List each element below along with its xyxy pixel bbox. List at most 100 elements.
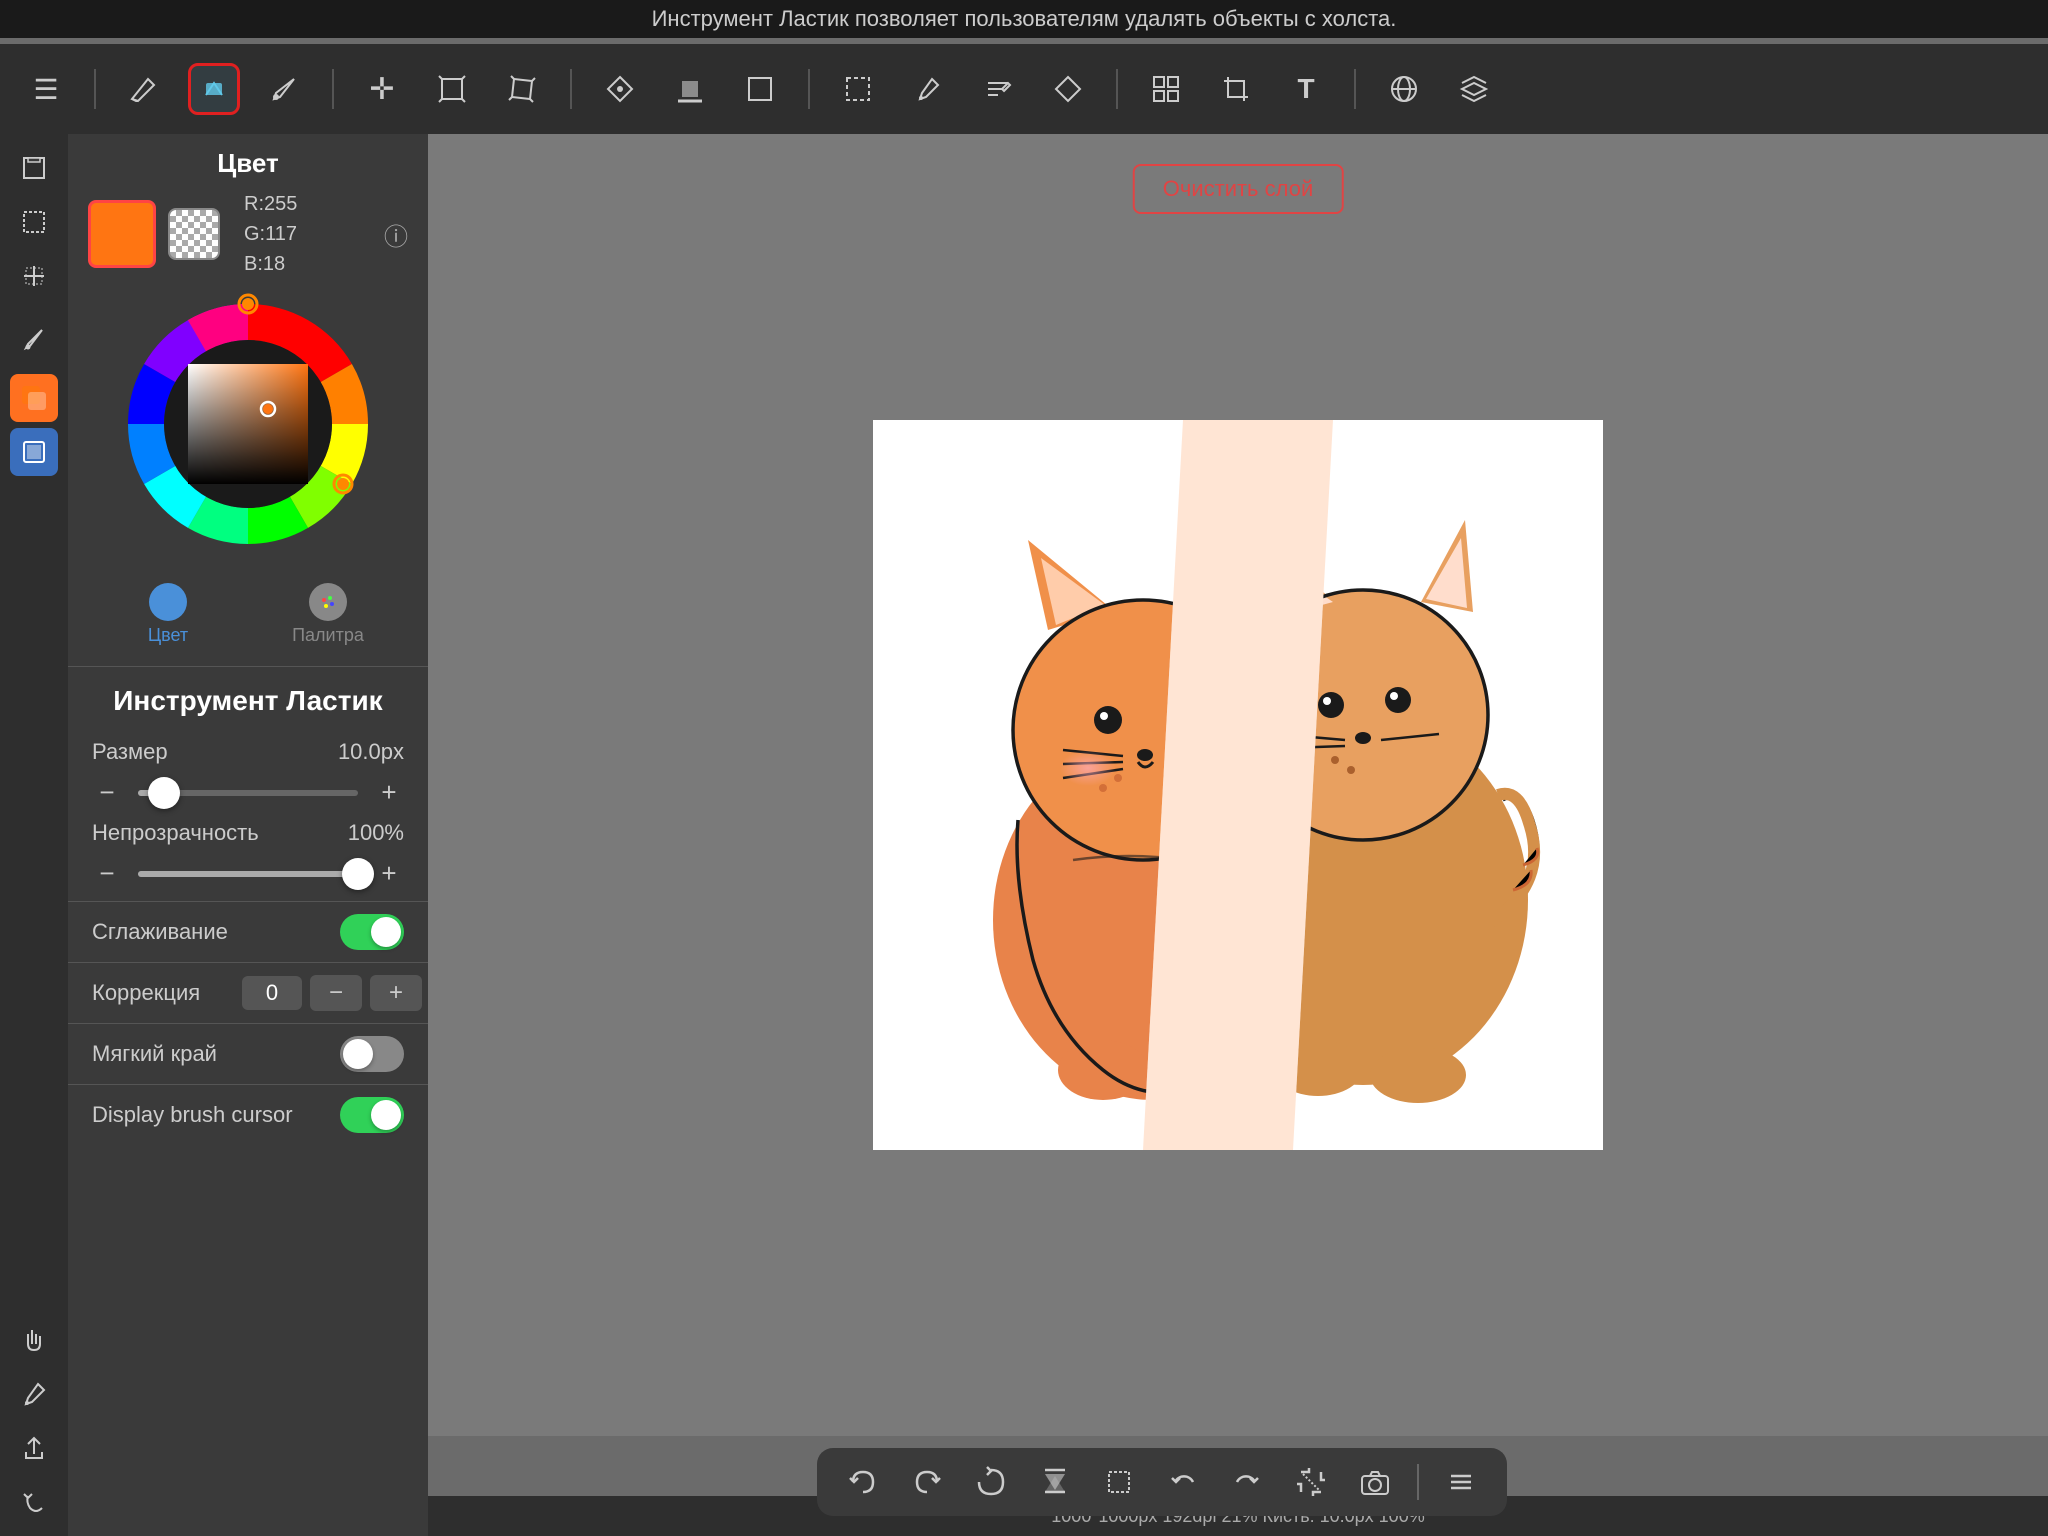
bucket-icon[interactable] <box>594 63 646 115</box>
pencil-icon[interactable] <box>118 63 170 115</box>
panel-divider-2 <box>68 901 428 902</box>
menu-icon[interactable]: ☰ <box>20 63 72 115</box>
notification-bar: Инструмент Ластик позволяет пользователя… <box>0 0 2048 38</box>
b-value: B:18 <box>244 249 297 279</box>
text-icon[interactable]: T <box>1280 63 1332 115</box>
select-rect-bottom-icon[interactable] <box>1097 1460 1141 1504</box>
size-slider-thumb[interactable] <box>148 777 180 809</box>
rect-shape-icon[interactable] <box>734 63 786 115</box>
share-icon[interactable] <box>10 1424 58 1472</box>
brush-cursor-toggle[interactable] <box>340 1097 404 1133</box>
opacity-label: Непрозрачность <box>92 820 259 846</box>
soft-edge-toggle[interactable] <box>340 1036 404 1072</box>
g-value: G:117 <box>244 219 297 249</box>
opacity-slider-track[interactable] <box>138 871 358 877</box>
smoothing-label: Сглаживание <box>92 919 232 945</box>
canvas-area: Очистить слой <box>428 134 2048 1436</box>
globe-icon[interactable] <box>1378 63 1430 115</box>
opacity-setting-row: Непрозрачность 100% <box>68 814 428 852</box>
rotate-ccw-bottom-icon[interactable] <box>1161 1460 1205 1504</box>
smoothing-thumb <box>371 917 401 947</box>
bottom-toolbar <box>817 1448 1507 1516</box>
toolbar-separator-3 <box>570 69 572 109</box>
layers-stack-icon[interactable] <box>1448 63 1500 115</box>
diamond2-icon[interactable] <box>1042 63 1094 115</box>
rotate-cw-bottom-icon[interactable] <box>1225 1460 1269 1504</box>
left-panel <box>0 134 68 1536</box>
soft-edge-label: Мягкий край <box>92 1041 232 1067</box>
eraser-active-icon[interactable] <box>188 63 240 115</box>
opacity-minus-btn[interactable]: − <box>92 858 122 889</box>
brush-cursor-label: Display brush cursor <box>92 1102 293 1128</box>
info-icon[interactable]: ⓘ <box>384 217 408 252</box>
brush-tool-icon[interactable] <box>10 316 58 364</box>
primary-color-swatch[interactable] <box>88 200 156 268</box>
brush-select-icon[interactable] <box>258 63 310 115</box>
guides-icon[interactable] <box>10 252 58 300</box>
color-tab[interactable]: Цвет <box>88 577 248 652</box>
smoothing-toggle[interactable] <box>340 914 404 950</box>
size-slider-row: − + <box>68 771 428 814</box>
undo-bottom-icon[interactable] <box>841 1460 885 1504</box>
selection-icon[interactable] <box>832 63 884 115</box>
smoothing-row: Сглаживание <box>68 908 428 956</box>
undo-side-icon[interactable] <box>10 1478 58 1526</box>
color-swatch-icon[interactable] <box>10 374 58 422</box>
size-minus-btn[interactable]: − <box>92 777 122 808</box>
redo-bottom-icon[interactable] <box>905 1460 949 1504</box>
flip-vertical-icon[interactable] <box>1033 1460 1077 1504</box>
move-icon[interactable]: ✛ <box>356 63 408 115</box>
correction-plus-btn[interactable]: + <box>370 975 422 1011</box>
opacity-slider-thumb[interactable] <box>342 858 374 890</box>
notification-text: Инструмент Ластик позволяет пользователя… <box>652 6 1397 31</box>
crop-icon[interactable] <box>1210 63 1262 115</box>
correction-minus-btn[interactable]: − <box>310 975 362 1011</box>
edit-lines-icon[interactable] <box>972 63 1024 115</box>
color-palette-tabs: Цвет Палитра <box>68 569 428 660</box>
color-wheel-wrapper[interactable] <box>113 289 383 559</box>
size-label: Размер <box>92 739 232 765</box>
opacity-plus-btn[interactable]: + <box>374 858 404 889</box>
color-rgb-values: R:255 G:117 B:18 <box>244 189 297 279</box>
palette-tab-circle <box>309 583 347 621</box>
palette-tab[interactable]: Палитра <box>248 577 408 652</box>
panel-divider-1 <box>68 666 428 667</box>
size-plus-btn[interactable]: + <box>374 777 404 808</box>
clear-layer-button[interactable]: Очистить слой <box>1133 164 1344 214</box>
fill-icon[interactable] <box>664 63 716 115</box>
free-transform-icon[interactable] <box>496 63 548 115</box>
opacity-slider-fill <box>138 871 358 877</box>
secondary-color-swatch[interactable] <box>168 208 220 260</box>
opacity-slider-row: − + <box>68 852 428 895</box>
panel-divider-5 <box>68 1084 428 1085</box>
brush-cursor-thumb <box>371 1100 401 1130</box>
drawing-canvas[interactable] <box>873 420 1603 1150</box>
camera-bottom-icon[interactable] <box>1353 1460 1397 1504</box>
hand-tool-icon[interactable] <box>10 1316 58 1364</box>
color-wheel-container[interactable] <box>68 289 428 559</box>
layers-grid-icon[interactable] <box>1140 63 1192 115</box>
correction-row: Коррекция 0 − + <box>68 969 428 1017</box>
flip-diagonal-icon[interactable] <box>1289 1460 1333 1504</box>
eyedropper-tool-icon[interactable] <box>10 1370 58 1418</box>
color-panel-title: Цвет <box>68 134 428 189</box>
bottom-divider <box>1417 1464 1419 1500</box>
eyedropper-icon[interactable] <box>902 63 954 115</box>
size-slider-track[interactable] <box>138 790 358 796</box>
new-canvas-icon[interactable] <box>10 144 58 192</box>
canvas-preview-icon[interactable] <box>10 428 58 476</box>
dashed-select-icon[interactable] <box>10 198 58 246</box>
transform-icon[interactable] <box>426 63 478 115</box>
toolbar-separator-2 <box>332 69 334 109</box>
correction-label: Коррекция <box>92 980 232 1006</box>
size-value: 10.0px <box>338 739 404 765</box>
r-value: R:255 <box>244 189 297 219</box>
rotate-canvas-icon[interactable] <box>969 1460 1013 1504</box>
panel-divider-4 <box>68 1023 428 1024</box>
toolbar-separator-6 <box>1354 69 1356 109</box>
brush-cursor-row: Display brush cursor <box>68 1091 428 1139</box>
hamburger-bottom-icon[interactable] <box>1439 1460 1483 1504</box>
color-tool-panel: Цвет R:255 G:117 B:18 ⓘ <box>68 134 428 1536</box>
size-setting-row: Размер 10.0px <box>68 733 428 771</box>
correction-value: 0 <box>242 976 302 1010</box>
